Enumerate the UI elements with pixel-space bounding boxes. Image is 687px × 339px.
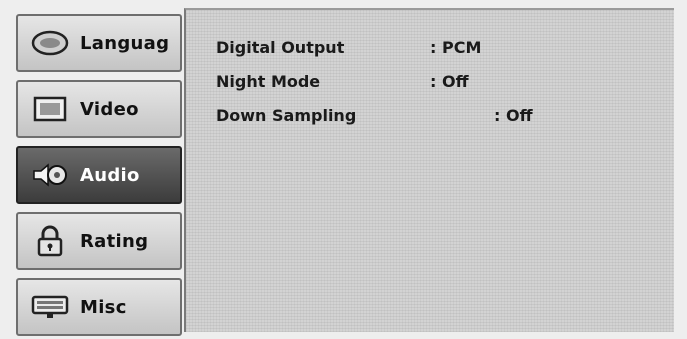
setting-name: Digital Output — [216, 38, 345, 57]
setting-digital-output[interactable]: Digital Output : PCM — [216, 38, 481, 57]
tab-language[interactable]: Languag — [16, 14, 182, 72]
tab-label: Video — [80, 98, 139, 120]
keyboard-icon — [30, 291, 70, 323]
audio-settings-panel: Digital Output : PCM Night Mode : Off Do… — [184, 8, 674, 332]
tab-label: Audio — [80, 164, 140, 186]
setting-name: Night Mode — [216, 72, 321, 91]
setting-value: : Off — [430, 72, 469, 91]
setting-name: Down Sampling — [216, 106, 357, 125]
setting-value: : Off — [494, 106, 533, 125]
tab-label: Rating — [80, 230, 149, 252]
speech-bubble-icon — [30, 27, 70, 59]
tab-misc[interactable]: Misc — [16, 278, 182, 336]
setting-night-mode[interactable]: Night Mode : Off — [216, 72, 469, 91]
menu-tabs: Languag Video Audio Rating Misc — [16, 14, 186, 336]
padlock-icon — [30, 225, 70, 257]
setup-menu-screen: Languag Video Audio Rating Misc Digital … — [0, 0, 687, 339]
speaker-icon — [30, 159, 70, 191]
setting-value: : PCM — [430, 38, 482, 57]
setting-down-sampling[interactable]: Down Sampling : Off — [216, 106, 533, 125]
tab-video[interactable]: Video — [16, 80, 182, 138]
tab-label: Languag — [80, 32, 170, 54]
monitor-icon — [30, 93, 70, 125]
tab-rating[interactable]: Rating — [16, 212, 182, 270]
tab-audio[interactable]: Audio — [16, 146, 182, 204]
tab-label: Misc — [80, 296, 127, 318]
